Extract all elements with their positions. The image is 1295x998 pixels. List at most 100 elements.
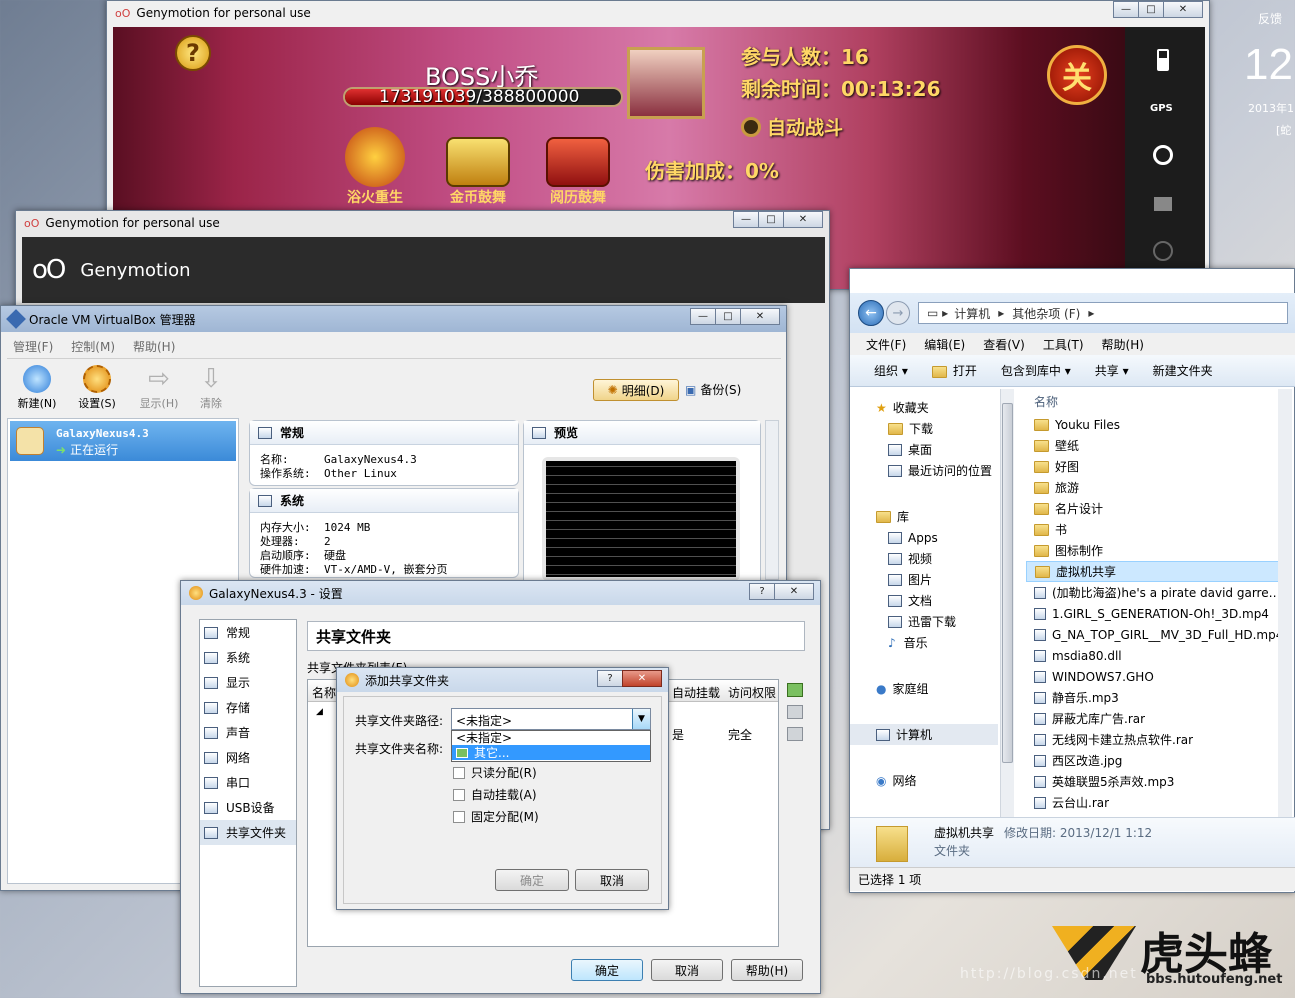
nav-network[interactable]: ◉ 网络 (858, 770, 998, 791)
settings-help-button[interactable]: 帮助(H) (731, 959, 803, 981)
file-list-scrollbar[interactable] (1278, 389, 1292, 817)
genymotion-launcher-titlebar[interactable]: oO Genymotion for personal use (16, 211, 829, 235)
col-access[interactable]: 访问权限 (728, 684, 776, 701)
maximize-icon[interactable]: □ (1138, 1, 1164, 18)
menu-help[interactable]: 帮助(H) (133, 338, 175, 355)
dpad-icon[interactable] (1153, 241, 1173, 261)
nav-scrollbar[interactable] (1000, 389, 1014, 817)
close-icon[interactable]: ✕ (774, 583, 814, 600)
settings-titlebar[interactable]: GalaxyNexus4.3 - 设置 (181, 581, 820, 605)
file-list-item[interactable]: (加勒比海盗)he's a pirate david garret... (1026, 582, 1292, 603)
nav-pictures[interactable]: 图片 (858, 569, 998, 590)
settings-nav-item[interactable]: 系统 (200, 645, 296, 670)
minimize-icon[interactable]: — (1113, 1, 1139, 18)
nav-video[interactable]: 视频 (858, 548, 998, 569)
details-scrollbar[interactable] (765, 420, 779, 580)
menu-view[interactable]: 查看(V) (983, 336, 1025, 353)
crumb-drive[interactable]: 其他杂项 (F) (1012, 305, 1080, 322)
file-list-item[interactable]: 虚拟机共享 (1026, 561, 1292, 582)
minimize-icon[interactable]: — (733, 211, 759, 228)
organize-button[interactable]: 组织 ▾ (874, 362, 908, 379)
chevron-down-icon[interactable]: ▼ (632, 709, 650, 729)
settings-nav-item[interactable]: 常规 (200, 620, 296, 645)
settings-nav-item[interactable]: 网络 (200, 745, 296, 770)
permanent-checkbox[interactable]: 固定分配(M) (453, 808, 539, 825)
clapper-icon[interactable] (1154, 197, 1172, 211)
menu-tools[interactable]: 工具(T) (1043, 336, 1084, 353)
close-game-button[interactable]: 关 (1047, 45, 1107, 105)
nav-favorites[interactable]: ★ 收藏夹 (858, 397, 998, 418)
file-list-item[interactable]: 无线网卡建立热点软件.rar (1026, 729, 1292, 750)
settings-nav-item[interactable]: USB设备 (200, 795, 296, 820)
system-header[interactable]: 系统 (250, 489, 518, 513)
settings-nav-item[interactable]: 串口 (200, 770, 296, 795)
file-list-item[interactable]: WINDOWS7.GHO (1026, 666, 1292, 687)
rebirth-button[interactable]: 浴火重生 (335, 127, 415, 207)
exp-drum-button[interactable]: 阅历鼓舞 (535, 137, 621, 217)
general-header[interactable]: 常规 (250, 421, 518, 445)
file-list-item[interactable]: 旅游 (1026, 477, 1292, 498)
file-list-item[interactable]: msdia80.dll (1026, 645, 1292, 666)
new-folder-button[interactable]: 新建文件夹 (1153, 362, 1213, 379)
menu-file[interactable]: 文件(F) (866, 336, 906, 353)
readonly-checkbox[interactable]: 只读分配(R) (453, 764, 537, 781)
row-expand-icon[interactable]: ◢ (316, 707, 323, 717)
file-list-item[interactable]: Youku Files (1026, 414, 1292, 435)
file-list-item[interactable]: 西区改造.jpg (1026, 750, 1292, 771)
settings-nav-item[interactable]: 显示 (200, 670, 296, 695)
settings-nav-item[interactable]: 声音 (200, 720, 296, 745)
file-list-item[interactable]: 好图 (1026, 456, 1292, 477)
auto-battle-toggle[interactable]: 自动战斗 (741, 113, 843, 140)
gold-drum-button[interactable]: 金币鼓舞 (435, 137, 521, 217)
settings-nav-item[interactable]: 存储 (200, 695, 296, 720)
file-list-item[interactable]: G_NA_TOP_GIRL__MV_3D_Full_HD.mp4 (1026, 624, 1292, 645)
nav-downloads[interactable]: 下载 (858, 418, 998, 439)
game-help-button[interactable]: ? (175, 35, 211, 71)
address-field[interactable]: ▭ ▸ 计算机 ▸ 其他杂项 (F) ▸ (918, 302, 1288, 324)
path-combobox[interactable]: <未指定> ▼ (451, 708, 651, 730)
file-list-item[interactable]: 云台山.rar (1026, 792, 1292, 813)
dropdown-option-unspecified[interactable]: <未指定> (452, 731, 650, 745)
desktop-feedback[interactable]: 反馈 (1258, 10, 1282, 27)
details-button[interactable]: ✺ 明细(D) (593, 379, 679, 401)
file-list-item[interactable]: 1.GIRL_S_GENERATION-Oh!_3D.mp4 (1026, 603, 1292, 624)
col-name[interactable]: 名称 (312, 684, 336, 701)
close-icon[interactable]: ✕ (1163, 1, 1203, 18)
menu-edit[interactable]: 编辑(E) (924, 336, 965, 353)
dropdown-option-other[interactable]: 其它... (452, 745, 650, 760)
include-library-button[interactable]: 包含到库中 ▾ (1001, 362, 1071, 379)
close-icon[interactable]: ✕ (622, 670, 662, 687)
file-list-item[interactable]: 名片设计 (1026, 498, 1292, 519)
col-automount[interactable]: 自动挂载 (672, 684, 720, 701)
automount-checkbox[interactable]: 自动挂载(A) (453, 786, 537, 803)
nav-homegroup[interactable]: ● 家庭组 (858, 678, 998, 699)
new-vm-button[interactable]: 新建(N) (11, 365, 63, 411)
preview-header[interactable]: 预览 (524, 421, 760, 445)
nav-xunlei[interactable]: 迅雷下载 (858, 611, 998, 632)
minimize-icon[interactable]: — (690, 308, 716, 325)
vm-list-item[interactable]: GalaxyNexus4.3 ➜ 正在运行 (10, 421, 236, 461)
nav-apps[interactable]: Apps (858, 527, 998, 548)
discard-button[interactable]: ⇩ 清除 (185, 365, 237, 411)
settings-cancel-button[interactable]: 取消 (651, 959, 723, 981)
file-list-item[interactable]: 图标制作 (1026, 540, 1292, 561)
nav-libraries[interactable]: 库 (858, 506, 998, 527)
help-icon[interactable]: ? (749, 583, 775, 600)
add-cancel-button[interactable]: 取消 (575, 869, 649, 891)
show-button[interactable]: ⇨ 显示(H) (133, 365, 185, 411)
snapshot-button[interactable]: ▣ 备份(S) (685, 381, 741, 398)
back-icon[interactable]: ← (858, 300, 884, 326)
file-list-header[interactable]: 名称 (1026, 391, 1266, 411)
settings-button[interactable]: 设置(S) (71, 365, 123, 411)
help-icon[interactable]: ? (597, 670, 623, 687)
close-icon[interactable]: ✕ (783, 211, 823, 228)
forward-icon[interactable]: → (886, 301, 910, 325)
gps-icon[interactable]: GPS (1150, 103, 1173, 114)
battery-icon[interactable] (1157, 49, 1169, 71)
maximize-icon[interactable]: □ (715, 308, 741, 325)
file-list-item[interactable]: 壁纸 (1026, 435, 1292, 456)
webcam-icon[interactable] (1153, 145, 1173, 165)
nav-docs[interactable]: 文档 (858, 590, 998, 611)
file-list-item[interactable]: 静音乐.mp3 (1026, 687, 1292, 708)
genymotion-game-titlebar[interactable]: oO Genymotion for personal use (107, 1, 1209, 25)
